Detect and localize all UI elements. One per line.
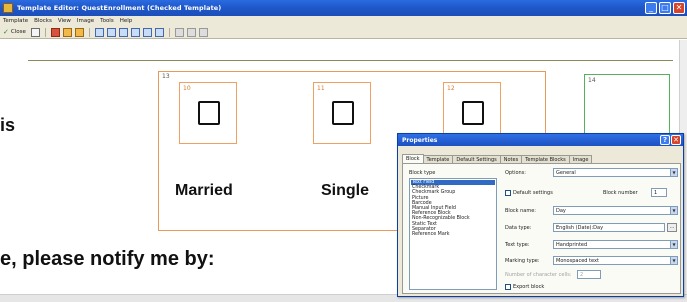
- char-cells-field[interactable]: 2: [577, 270, 601, 279]
- block-name-label: Block name:: [505, 208, 536, 214]
- block-type-list[interactable]: Text Field Checkmark Checkmark Group Pic…: [409, 178, 497, 290]
- export-block-checkbox[interactable]: [505, 284, 511, 290]
- close-window-button[interactable]: ✕: [673, 2, 685, 14]
- dialog-title-bar[interactable]: Properties ? ✕: [398, 134, 683, 146]
- dialog-close-button[interactable]: ✕: [671, 135, 681, 145]
- properties-icon[interactable]: [50, 27, 60, 37]
- options-label: Options:: [505, 170, 526, 176]
- text-type-label: Text type:: [505, 242, 530, 248]
- window-controls: _ □ ✕: [645, 2, 685, 14]
- export-block-label: Export block: [513, 284, 545, 290]
- table-icon[interactable]: [118, 27, 128, 37]
- checkmark-icon: ✓: [3, 28, 9, 36]
- data-type-value: English (Date):Day: [556, 225, 604, 231]
- default-settings-checkbox[interactable]: [505, 190, 511, 196]
- redo-icon[interactable]: [198, 27, 208, 37]
- tab-block[interactable]: Block: [402, 154, 424, 163]
- block-13-number: 13: [162, 73, 170, 80]
- single-label: Single: [321, 182, 370, 199]
- options-select[interactable]: General ▼: [553, 168, 678, 177]
- save-icon[interactable]: [30, 27, 40, 37]
- data-type-label: Data type:: [505, 225, 532, 231]
- blocks-icon[interactable]: [74, 27, 84, 37]
- menu-bar: Template Blocks View Image Tools Help: [0, 16, 687, 26]
- menu-tools[interactable]: Tools: [100, 18, 114, 24]
- checkbox-square: [198, 101, 220, 125]
- maximize-button[interactable]: □: [659, 2, 671, 14]
- text-type-select[interactable]: Handprinted ▼: [553, 240, 678, 249]
- char-cells-value: 2: [580, 272, 584, 278]
- toolbar-separator: [88, 27, 90, 37]
- title-bar: Template Editor: QuestEnrollment (Checke…: [0, 0, 687, 16]
- close-template-button[interactable]: ✓ Close: [3, 28, 26, 36]
- block-name-field[interactable]: Day ▼: [553, 206, 678, 215]
- menu-template[interactable]: Template: [3, 18, 28, 24]
- dialog-help-button[interactable]: ?: [660, 135, 670, 145]
- text-type-value: Handprinted: [556, 242, 588, 248]
- chevron-down-icon: ▼: [670, 169, 677, 176]
- app-icon: [3, 3, 13, 13]
- default-settings-label: Default settings: [513, 190, 553, 196]
- block-11-number: 11: [317, 85, 325, 92]
- dialog-title: Properties: [402, 136, 438, 144]
- separator-line: [28, 60, 673, 61]
- window-title: Template Editor: QuestEnrollment (Checke…: [17, 4, 222, 12]
- chevron-down-icon: ▼: [670, 241, 677, 248]
- chevron-down-icon: ▼: [670, 207, 677, 214]
- checkbox-square: [332, 101, 354, 125]
- block-type-label: Block type: [409, 170, 436, 176]
- block-name-value: Day: [556, 208, 566, 214]
- draw-block-icon[interactable]: [94, 27, 104, 37]
- menu-image[interactable]: Image: [77, 18, 94, 24]
- menu-blocks[interactable]: Blocks: [34, 18, 52, 24]
- block-14-number: 14: [588, 77, 596, 84]
- data-type-browse-button[interactable]: …: [667, 223, 677, 232]
- zoom-icon[interactable]: [174, 27, 184, 37]
- document-text-fragment: is: [0, 115, 16, 135]
- checkbox-block-11[interactable]: 11: [313, 82, 371, 144]
- properties-dialog: Properties ? ✕ Block Template Default Se…: [397, 133, 684, 297]
- block-number-field[interactable]: 1: [651, 188, 667, 197]
- block-tab-panel: Block type Text Field Checkmark Checkmar…: [402, 163, 681, 294]
- document-text-notify: e, please notify me by:: [0, 248, 215, 270]
- minimize-button[interactable]: _: [645, 2, 657, 14]
- text-icon[interactable]: [130, 27, 140, 37]
- char-cells-label: Number of character cells:: [505, 272, 572, 278]
- married-label: Married: [175, 182, 233, 199]
- toolbar-separator: [44, 27, 46, 37]
- checkbox-square: [462, 101, 484, 125]
- chevron-down-icon: ▼: [670, 257, 677, 264]
- marking-icon[interactable]: [142, 27, 152, 37]
- align-icon[interactable]: [106, 27, 116, 37]
- block-number-value: 1: [654, 190, 658, 196]
- block-12-number: 12: [447, 85, 455, 92]
- block-10-number: 10: [183, 85, 191, 92]
- undo-icon[interactable]: [186, 27, 196, 37]
- checkbox-block-10[interactable]: 10: [179, 82, 237, 144]
- list-item[interactable]: Reference Mark: [411, 232, 495, 237]
- data-type-field[interactable]: English (Date):Day: [553, 223, 665, 232]
- options-value: General: [556, 170, 576, 176]
- marking-type-select[interactable]: Monospaced text ▼: [553, 256, 678, 265]
- toolbar-separator: [168, 27, 170, 37]
- close-template-label: Close: [10, 29, 26, 35]
- block-number-label: Block number: [603, 190, 638, 196]
- marking-type-value: Monospaced text: [556, 258, 599, 264]
- menu-view[interactable]: View: [58, 18, 71, 24]
- marking-type-label: Marking type:: [505, 258, 540, 264]
- checkbox-tool-icon[interactable]: [154, 27, 164, 37]
- toolbar: ✓ Close: [0, 26, 687, 39]
- menu-help[interactable]: Help: [120, 18, 133, 24]
- template-icon[interactable]: [62, 27, 72, 37]
